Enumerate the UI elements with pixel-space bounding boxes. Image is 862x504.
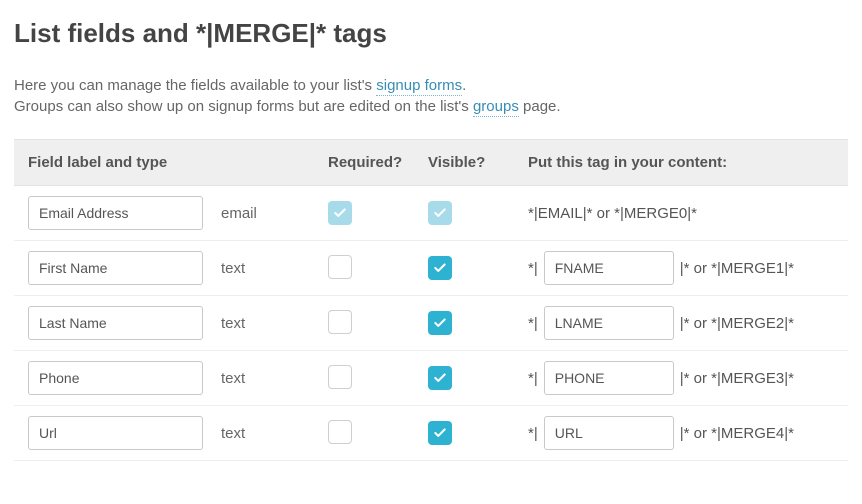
field-label-input[interactable]: [28, 196, 203, 230]
intro-text: Here you can manage the fields available…: [14, 77, 376, 94]
intro-text: page.: [519, 98, 561, 115]
visible-checkbox[interactable]: [428, 366, 452, 390]
table-row: text *| |* or *|MERGE4|*: [14, 406, 848, 461]
table-row: text *| |* or *|MERGE2|*: [14, 296, 848, 351]
field-type-label: text: [221, 370, 245, 387]
tag-suffix: |* or *|MERGE3|*: [680, 370, 794, 387]
tag-prefix: *|: [528, 425, 538, 442]
table-row: text *| |* or *|MERGE1|*: [14, 241, 848, 296]
intro-line-2: Groups can also show up on signup forms …: [14, 98, 848, 115]
required-checkbox[interactable]: [328, 310, 352, 334]
tag-suffix: |* or *|MERGE4|*: [680, 425, 794, 442]
required-checkbox[interactable]: [328, 420, 352, 444]
required-checkbox[interactable]: [328, 365, 352, 389]
header-visible: Visible?: [428, 154, 528, 171]
required-checkbox[interactable]: [328, 255, 352, 279]
field-label-input[interactable]: [28, 306, 203, 340]
tag-suffix: |* or *|MERGE1|*: [680, 260, 794, 277]
fields-table: Field label and type Required? Visible? …: [14, 139, 848, 461]
intro-text: .: [462, 77, 466, 94]
visible-checkbox[interactable]: [428, 311, 452, 335]
merge-tag-input[interactable]: [544, 361, 674, 395]
page-title: List fields and *|MERGE|* tags: [14, 18, 848, 49]
visible-checkbox: [428, 201, 452, 225]
field-type-label: text: [221, 425, 245, 442]
tag-prefix: *|: [528, 315, 538, 332]
required-checkbox: [328, 201, 352, 225]
field-type-label: email: [221, 205, 257, 222]
field-label-input[interactable]: [28, 251, 203, 285]
visible-checkbox[interactable]: [428, 421, 452, 445]
merge-tag-input[interactable]: [544, 306, 674, 340]
tag-suffix: |* or *|MERGE2|*: [680, 315, 794, 332]
table-header-row: Field label and type Required? Visible? …: [14, 139, 848, 186]
merge-tag-input[interactable]: [544, 416, 674, 450]
header-field-label: Field label and type: [28, 154, 328, 171]
field-type-label: text: [221, 260, 245, 277]
field-label-input[interactable]: [28, 361, 203, 395]
signup-forms-link[interactable]: signup forms: [376, 77, 462, 96]
header-required: Required?: [328, 154, 428, 171]
header-tag: Put this tag in your content:: [528, 154, 834, 171]
tag-prefix: *|: [528, 370, 538, 387]
field-label-input[interactable]: [28, 416, 203, 450]
tag-prefix: *|: [528, 260, 538, 277]
merge-tag-display: *|EMAIL|* or *|MERGE0|*: [528, 205, 697, 222]
table-row: text *| |* or *|MERGE3|*: [14, 351, 848, 406]
groups-link[interactable]: groups: [473, 98, 519, 117]
intro-text: Groups can also show up on signup forms …: [14, 98, 473, 115]
merge-tag-input[interactable]: [544, 251, 674, 285]
field-type-label: text: [221, 315, 245, 332]
table-row: email *|EMAIL|* or *|MERGE0|*: [14, 186, 848, 241]
intro-line-1: Here you can manage the fields available…: [14, 77, 848, 94]
visible-checkbox[interactable]: [428, 256, 452, 280]
